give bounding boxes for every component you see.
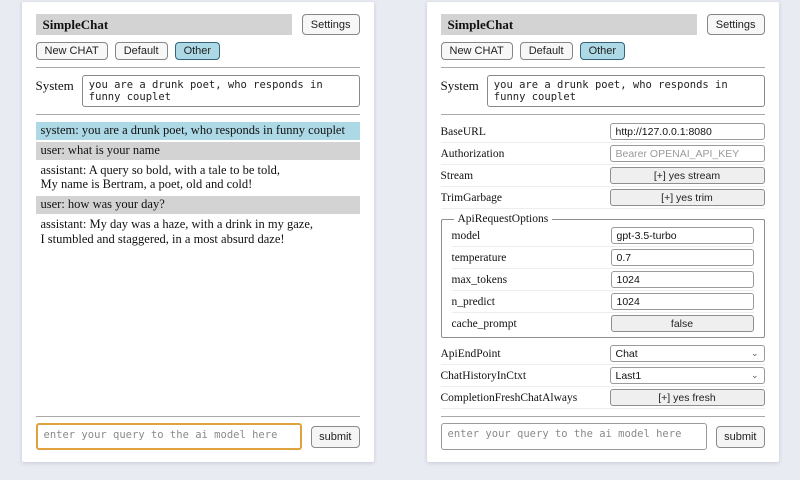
query-input[interactable] — [36, 423, 303, 450]
setting-row-model: model — [452, 225, 754, 247]
header-row: SimpleChat Settings — [441, 14, 765, 35]
system-label: System — [36, 75, 74, 94]
system-prompt-input[interactable]: you are a drunk poet, who responds in fu… — [82, 75, 360, 107]
app-title: SimpleChat — [36, 14, 292, 35]
setting-row-trimgarbage: TrimGarbage [+] yes trim — [441, 187, 765, 209]
new-chat-button[interactable]: New CHAT — [441, 42, 513, 60]
model-label: model — [452, 230, 481, 242]
authorization-label: Authorization — [441, 148, 505, 160]
stream-toggle-button[interactable]: [+] yes stream — [610, 167, 765, 184]
chathistoryinctxt-select[interactable]: Last1 ⌄ — [610, 367, 765, 384]
chat-message-assistant: assistant: My day was a haze, with a dri… — [36, 216, 360, 249]
setting-row-baseurl: BaseURL — [441, 121, 765, 143]
cache-prompt-label: cache_prompt — [452, 318, 517, 330]
chat-message-system: system: you are a drunk poet, who respon… — [36, 122, 360, 140]
api-request-options-group: ApiRequestOptions model temperature max_… — [441, 213, 765, 338]
divider — [36, 416, 360, 417]
trimgarbage-label: TrimGarbage — [441, 192, 503, 204]
session-tab-other[interactable]: Other — [580, 42, 626, 60]
setting-row-cache-prompt: cache_prompt false — [452, 313, 754, 334]
chathistoryinctxt-label: ChatHistoryInCtxt — [441, 370, 527, 382]
chat-message-user: user: what is your name — [36, 142, 360, 160]
session-button-row: New CHAT Default Other — [441, 42, 765, 60]
query-block: submit — [441, 409, 765, 450]
api-request-options-legend: ApiRequestOptions — [454, 213, 553, 225]
temperature-label: temperature — [452, 252, 507, 264]
system-prompt-input[interactable]: you are a drunk poet, who responds in fu… — [487, 75, 765, 107]
divider — [441, 416, 765, 417]
apiendpoint-label: ApiEndPoint — [441, 348, 501, 360]
settings-button[interactable]: Settings — [302, 14, 360, 35]
settings-button[interactable]: Settings — [707, 14, 765, 35]
new-chat-button[interactable]: New CHAT — [36, 42, 108, 60]
session-tab-default[interactable]: Default — [520, 42, 573, 60]
chat-message-assistant: assistant: A query so bold, with a tale … — [36, 162, 360, 195]
query-input[interactable] — [441, 423, 708, 450]
temperature-input[interactable] — [611, 249, 754, 266]
settings-list: BaseURL Authorization Stream [+] yes str… — [441, 121, 765, 409]
divider — [36, 67, 360, 68]
session-button-row: New CHAT Default Other — [36, 42, 360, 60]
setting-row-chathistoryinctxt: ChatHistoryInCtxt Last1 ⌄ — [441, 365, 765, 387]
query-block: submit — [36, 409, 360, 450]
system-label: System — [441, 75, 479, 94]
divider — [36, 114, 360, 115]
setting-row-temperature: temperature — [452, 247, 754, 269]
setting-row-completionfreshchatalways: CompletionFreshChatAlways [+] yes fresh — [441, 387, 765, 409]
query-row: submit — [441, 423, 765, 450]
completionfreshchatalways-toggle-button[interactable]: [+] yes fresh — [610, 389, 765, 406]
setting-row-n-predict: n_predict — [452, 291, 754, 313]
chevron-down-icon: ⌄ — [751, 349, 759, 358]
stream-label: Stream — [441, 170, 474, 182]
system-prompt-row: System you are a drunk poet, who respond… — [36, 75, 360, 107]
submit-button[interactable]: submit — [716, 426, 764, 448]
submit-button[interactable]: submit — [311, 426, 359, 448]
divider — [441, 114, 765, 115]
authorization-input[interactable] — [610, 145, 765, 162]
trimgarbage-toggle-button[interactable]: [+] yes trim — [610, 189, 765, 206]
setting-row-apiendpoint: ApiEndPoint Chat ⌄ — [441, 343, 765, 365]
session-tab-other[interactable]: Other — [175, 42, 221, 60]
chathistoryinctxt-selected-value: Last1 — [616, 370, 642, 382]
session-tab-default[interactable]: Default — [115, 42, 168, 60]
baseurl-input[interactable] — [610, 123, 765, 140]
apiendpoint-selected-value: Chat — [616, 348, 638, 360]
max-tokens-input[interactable] — [611, 271, 754, 288]
settings-panel: SimpleChat Settings New CHAT Default Oth… — [427, 2, 779, 462]
query-row: submit — [36, 423, 360, 450]
model-input[interactable] — [611, 227, 754, 244]
apiendpoint-select[interactable]: Chat ⌄ — [610, 345, 765, 362]
divider — [441, 67, 765, 68]
completionfreshchatalways-label: CompletionFreshChatAlways — [441, 392, 578, 404]
setting-row-stream: Stream [+] yes stream — [441, 165, 765, 187]
chat-panel: SimpleChat Settings New CHAT Default Oth… — [22, 2, 374, 462]
setting-row-authorization: Authorization — [441, 143, 765, 165]
chevron-down-icon: ⌄ — [751, 371, 759, 380]
n-predict-label: n_predict — [452, 296, 495, 308]
setting-row-max-tokens: max_tokens — [452, 269, 754, 291]
app-title: SimpleChat — [441, 14, 697, 35]
chat-history: system: you are a drunk poet, who respon… — [36, 122, 360, 409]
system-prompt-row: System you are a drunk poet, who respond… — [441, 75, 765, 107]
n-predict-input[interactable] — [611, 293, 754, 310]
header-row: SimpleChat Settings — [36, 14, 360, 35]
chat-message-user: user: how was your day? — [36, 196, 360, 214]
max-tokens-label: max_tokens — [452, 274, 508, 286]
cache-prompt-toggle-button[interactable]: false — [611, 315, 754, 332]
baseurl-label: BaseURL — [441, 126, 486, 138]
